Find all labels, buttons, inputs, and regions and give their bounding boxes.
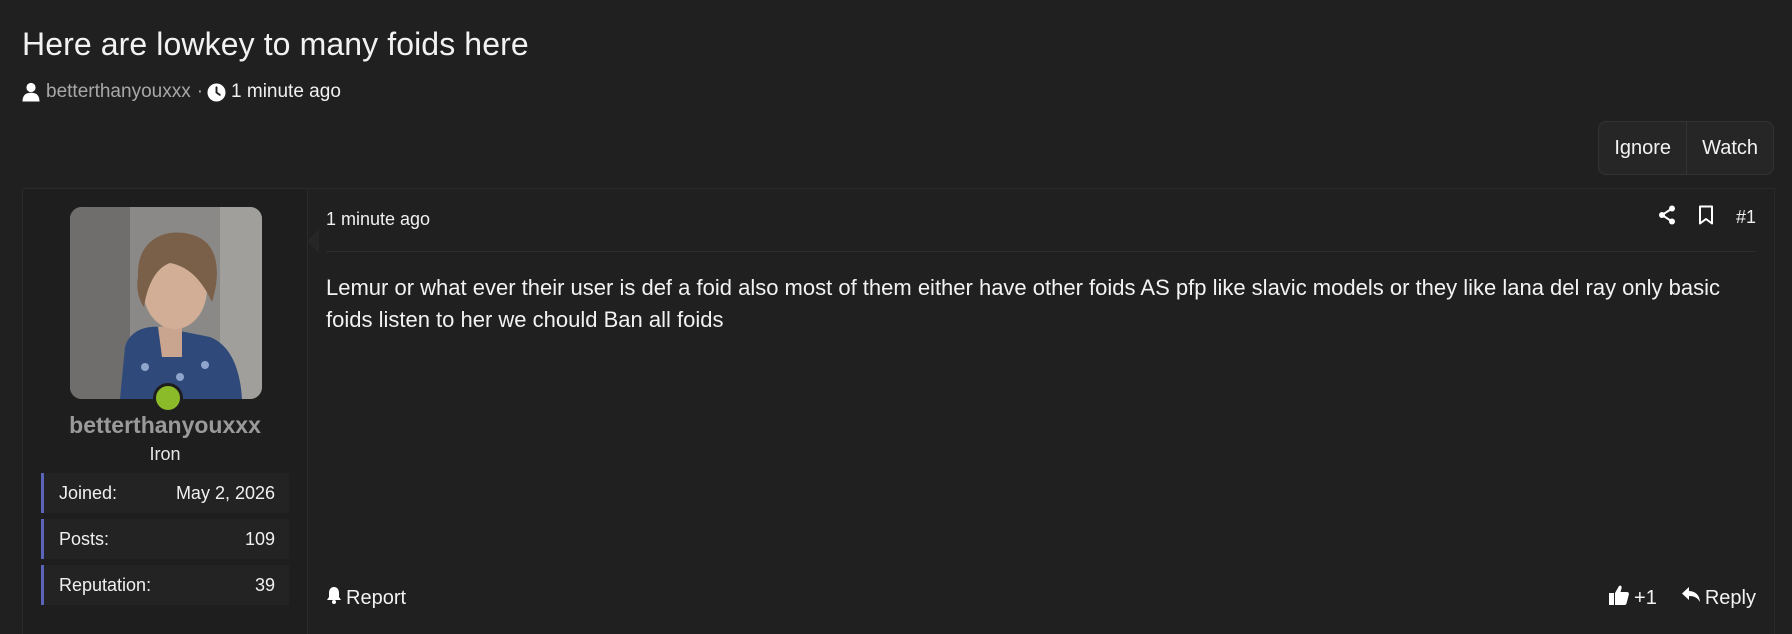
user-rank: Iron xyxy=(149,444,181,464)
post: betterthanyouxxx Iron Joined: May 2, 202… xyxy=(22,188,1775,634)
report-label: Report xyxy=(346,586,407,609)
post-username[interactable]: betterthanyouxxx xyxy=(23,412,307,439)
stat-value: 39 xyxy=(254,574,275,595)
thread-time-link[interactable]: 1 minute ago xyxy=(231,81,341,103)
like-button[interactable]: +1 xyxy=(1608,584,1657,612)
thread-title: Here are lowkey to many foids here xyxy=(22,26,529,62)
post-body: Lemur or what ever their user is def a f… xyxy=(326,275,1721,332)
reply-icon xyxy=(1681,586,1701,610)
report-button[interactable]: Report xyxy=(326,586,406,610)
clock-icon xyxy=(207,82,226,102)
watch-button[interactable]: Watch xyxy=(1686,122,1773,174)
post-message: 1 minute ago #1 Lemur or what ever their… xyxy=(308,189,1774,634)
message-footer: Report +1 Reply xyxy=(326,583,1756,613)
avatar[interactable] xyxy=(70,207,262,399)
share-icon[interactable] xyxy=(1658,205,1676,230)
stat-value: May 2, 2026 xyxy=(175,482,275,503)
post-date-link[interactable]: 1 minute ago xyxy=(326,209,430,230)
meta-separator: · xyxy=(196,81,204,102)
user-stats: Joined: May 2, 2026 Posts: 109 Reputatio… xyxy=(41,473,289,611)
reaction-count: +1 xyxy=(1634,586,1657,609)
online-status-indicator xyxy=(153,383,183,413)
thread-author-link[interactable]: betterthanyouxxx xyxy=(46,81,191,103)
message-header: 1 minute ago #1 xyxy=(326,189,1756,252)
footer-right: +1 Reply xyxy=(1608,584,1756,612)
reply-button[interactable]: Reply xyxy=(1681,586,1756,610)
thread-actions: Ignore Watch xyxy=(1598,121,1774,175)
post-user-cell: betterthanyouxxx Iron Joined: May 2, 202… xyxy=(23,189,308,634)
bell-icon xyxy=(326,586,342,610)
stat-joined: Joined: May 2, 2026 xyxy=(41,473,289,513)
user-icon xyxy=(22,82,40,102)
message-tools: #1 xyxy=(1658,205,1756,230)
reply-label: Reply xyxy=(1704,586,1756,609)
post-number-link[interactable]: #1 xyxy=(1736,207,1756,228)
thumbs-up-icon xyxy=(1608,584,1630,612)
stat-label: Posts: xyxy=(59,528,110,549)
stat-posts: Posts: 109 xyxy=(41,519,289,559)
ignore-button[interactable]: Ignore xyxy=(1599,122,1686,174)
bookmark-icon[interactable] xyxy=(1698,205,1714,230)
stat-reputation: Reputation: 39 xyxy=(41,565,289,605)
stat-label: Joined: xyxy=(59,482,118,503)
thread-meta: betterthanyouxxx · 1 minute ago xyxy=(22,80,341,104)
stat-label: Reputation: xyxy=(59,574,152,595)
stat-value: 109 xyxy=(244,528,275,549)
